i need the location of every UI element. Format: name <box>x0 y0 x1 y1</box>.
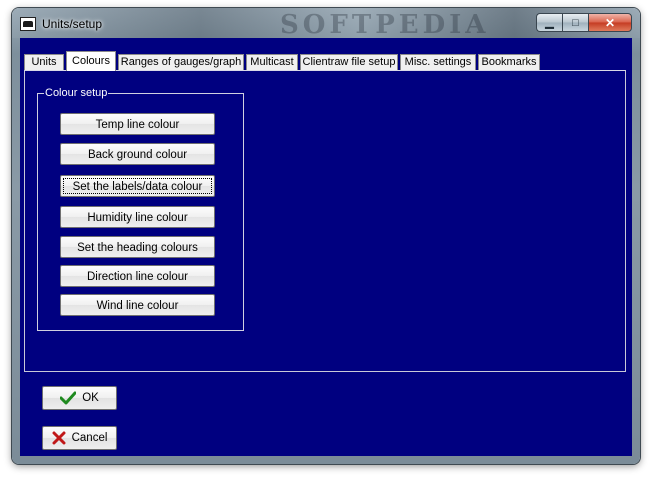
cancel-button[interactable]: Cancel <box>42 426 117 450</box>
close-button[interactable]: ✕ <box>588 13 632 32</box>
app-icon <box>20 17 36 31</box>
title-watermark: SOFTPEDIA <box>280 10 490 40</box>
tab-colours[interactable]: Colours <box>66 51 116 71</box>
window-title: Units/setup <box>42 17 103 31</box>
direction-line-colour-button[interactable]: Direction line colour <box>60 265 215 287</box>
wind-line-colour-button[interactable]: Wind line colour <box>60 294 215 316</box>
ok-label: OK <box>82 392 99 404</box>
ok-button[interactable]: OK <box>42 386 117 410</box>
heading-colours-button[interactable]: Set the heading colours <box>60 236 215 258</box>
colour-setup-label: Colour setup <box>44 87 109 100</box>
tab-units[interactable]: Units <box>24 54 64 70</box>
minimize-button[interactable]: ▁ <box>536 13 562 32</box>
maximize-icon: □ <box>572 16 579 29</box>
units-setup-window: Units/setup SOFTPEDIA ▁ □ ✕ Units Colour… <box>12 8 640 464</box>
caption-buttons: ▁ □ ✕ <box>536 13 632 33</box>
cancel-label: Cancel <box>71 432 108 444</box>
colours-tab-panel: Colour setup Temp line colour Back groun… <box>24 70 626 372</box>
humidity-line-colour-button[interactable]: Humidity line colour <box>60 206 215 228</box>
close-icon: ✕ <box>604 15 616 30</box>
tab-multicast[interactable]: Multicast <box>246 54 298 70</box>
minimize-icon: ▁ <box>545 17 554 29</box>
checkmark-icon <box>60 391 77 405</box>
dialog-client-area: Units Colours Ranges of gauges/graph Mul… <box>20 38 632 456</box>
labels-data-colour-button[interactable]: Set the labels/data colour <box>60 175 215 197</box>
colour-setup-group: Colour setup Temp line colour Back groun… <box>37 87 244 331</box>
temp-line-colour-button[interactable]: Temp line colour <box>60 113 215 135</box>
maximize-button[interactable]: □ <box>562 13 588 32</box>
tab-ranges-of-gauges-graph[interactable]: Ranges of gauges/graph <box>118 54 244 70</box>
tab-misc-settings[interactable]: Misc. settings <box>400 54 476 70</box>
cancel-x-icon <box>52 431 66 445</box>
background-colour-button[interactable]: Back ground colour <box>60 143 215 165</box>
tab-clientraw-file-setup[interactable]: Clientraw file setup <box>300 54 398 70</box>
tab-bookmarks[interactable]: Bookmarks <box>478 54 540 70</box>
